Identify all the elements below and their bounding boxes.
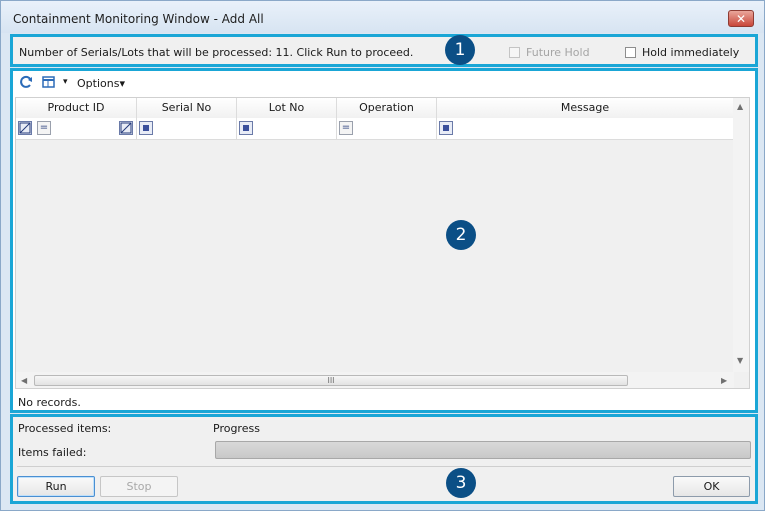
filter-cell-serial-no[interactable] xyxy=(137,118,237,139)
layout-dropdown-icon[interactable]: ▾ xyxy=(63,77,68,87)
filter-cell-operation[interactable]: = xyxy=(337,118,437,139)
filter-clear-icon[interactable] xyxy=(119,121,133,135)
callout-badge-2: 2 xyxy=(446,220,476,250)
progress-label: Progress xyxy=(213,422,260,435)
summary-panel: Number of Serials/Lots that will be proc… xyxy=(10,34,758,67)
column-header-product-id[interactable]: Product ID xyxy=(16,98,137,118)
ok-button[interactable]: OK xyxy=(673,476,750,497)
records-panel: ▾ Options▾ Product ID Serial No Lot No O… xyxy=(10,68,758,413)
records-status: No records. xyxy=(18,396,81,409)
scroll-left-icon[interactable]: ◀ xyxy=(21,376,27,385)
close-button[interactable]: ✕ xyxy=(728,10,754,27)
records-grid: Product ID Serial No Lot No Operation Me… xyxy=(15,97,750,389)
horizontal-scroll-thumb[interactable]: III xyxy=(34,375,628,386)
filter-cell-product-id: = xyxy=(16,118,137,139)
stop-button[interactable]: Stop xyxy=(100,476,178,497)
filter-cell-message[interactable] xyxy=(437,118,734,139)
run-button[interactable]: Run xyxy=(17,476,95,497)
filter-options-icon[interactable] xyxy=(439,121,453,135)
column-header-lot-no[interactable]: Lot No xyxy=(237,98,337,118)
hold-immediately-checkbox[interactable] xyxy=(625,47,636,58)
grid-toolbar: ▾ Options▾ xyxy=(13,71,755,96)
filter-operator-equals[interactable]: = xyxy=(339,121,353,135)
callout-badge-1: 1 xyxy=(445,35,475,65)
filter-row: = = xyxy=(16,118,734,140)
progress-panel: Processed items: Progress Items failed: … xyxy=(10,414,758,504)
filter-operator-equals[interactable]: = xyxy=(37,121,51,135)
grid-layout-icon[interactable] xyxy=(42,75,56,93)
future-hold-checkbox[interactable] xyxy=(509,47,520,58)
filter-clear-icon[interactable] xyxy=(18,121,32,135)
column-header-message[interactable]: Message xyxy=(437,98,734,118)
divider xyxy=(17,466,751,467)
progress-bar xyxy=(215,441,751,459)
processed-items-label: Processed items: xyxy=(18,422,112,435)
callout-badge-3: 3 xyxy=(446,468,476,498)
column-header-operation[interactable]: Operation xyxy=(337,98,437,118)
hold-immediately-label: Hold immediately xyxy=(642,46,740,59)
options-menu[interactable]: Options▾ xyxy=(77,77,125,90)
window-title: Containment Monitoring Window - Add All xyxy=(13,12,264,26)
close-icon: ✕ xyxy=(735,12,747,26)
containment-monitoring-window: Containment Monitoring Window - Add All … xyxy=(0,0,765,511)
future-hold-label: Future Hold xyxy=(526,46,590,59)
scroll-up-icon[interactable]: ▲ xyxy=(737,102,743,111)
filter-options-icon[interactable] xyxy=(239,121,253,135)
scroll-right-icon[interactable]: ▶ xyxy=(721,376,727,385)
items-failed-label: Items failed: xyxy=(18,446,87,459)
filter-cell-lot-no[interactable] xyxy=(237,118,337,139)
filter-options-icon[interactable] xyxy=(139,121,153,135)
refresh-icon[interactable] xyxy=(19,75,33,93)
horizontal-scrollbar[interactable]: ◀ III ▶ xyxy=(16,372,734,388)
processing-message: Number of Serials/Lots that will be proc… xyxy=(19,46,414,59)
grid-header: Product ID Serial No Lot No Operation Me… xyxy=(16,98,734,119)
column-header-serial-no[interactable]: Serial No xyxy=(137,98,237,118)
vertical-scrollbar[interactable]: ▲ ▼ xyxy=(733,98,749,372)
scroll-down-icon[interactable]: ▼ xyxy=(737,356,743,365)
title-bar: Containment Monitoring Window - Add All … xyxy=(1,1,764,33)
